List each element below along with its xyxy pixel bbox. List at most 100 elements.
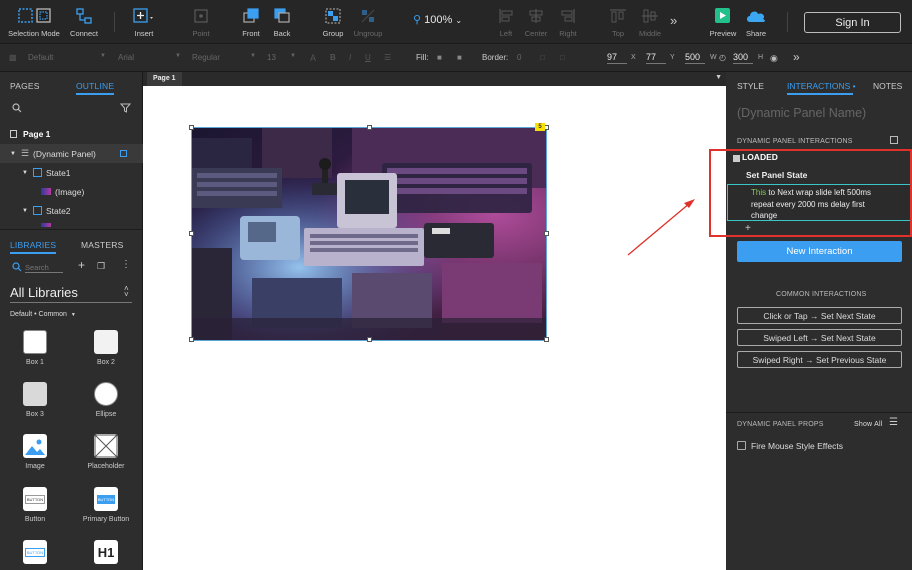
share-button[interactable]: Share [742,0,770,44]
library-select[interactable]: All Libraries [10,285,78,300]
updown-chevron-icon[interactable]: ˄ ˅ [124,285,129,299]
main-toolbar: Selection Mode Connect Insert Point Fron… [0,0,912,44]
font-weight-dropdown[interactable]: Regular [192,53,220,62]
library-copy-icon[interactable]: ❐ [97,261,105,272]
align-middle-button[interactable]: Middle [636,0,664,44]
library-filter[interactable]: Default • Common ▼ [10,311,76,318]
masters-tab[interactable]: MASTERS [81,240,124,250]
open-editor-icon[interactable] [890,136,898,144]
align-left-button[interactable]: Left [495,0,517,44]
border-color-swatch[interactable]: □ [540,53,545,62]
outline-dynamic-panel-row[interactable]: ▼ ☰ (Dynamic Panel) [0,144,143,163]
panel-name-field[interactable]: (Dynamic Panel Name) [737,106,866,120]
widget-placeholder[interactable]: Placeholder [76,434,136,470]
group-button[interactable]: Group [319,0,347,44]
widget-box3[interactable]: Box 3 [5,382,65,418]
add-library-icon[interactable]: + [78,258,85,272]
insert-button[interactable]: Insert [128,0,160,44]
preview-button[interactable]: Preview [709,0,737,44]
underline-icon[interactable]: U [365,53,371,62]
widget-heading1[interactable]: H1 [76,540,136,569]
border-label: Border: [482,53,509,62]
text-color-icon[interactable]: A [310,53,316,63]
ungroup-button[interactable]: Ungroup [351,0,385,44]
interaction-badge[interactable]: 5 [535,123,545,131]
page1-tab[interactable]: Page 1 [147,72,182,86]
border-style-swatch[interactable]: □ [560,53,565,62]
hamburger-menu-icon[interactable]: ☰ [889,417,898,428]
interactions-tab[interactable]: INTERACTIONS • [787,81,856,91]
notes-tab[interactable]: NOTES [873,81,902,91]
outline-image-row[interactable]: (Image) [0,182,143,201]
width-field[interactable]: 500 [685,52,705,64]
search-icon[interactable] [12,103,22,113]
click-tap-set-next-state-button[interactable]: Click or Tap → Set Next State [737,307,902,324]
selection-mode-icon [18,8,51,23]
zoom-control[interactable]: ⚲ 100% ⌄ [413,13,462,26]
point-label: Point [192,29,210,38]
swiped-right-set-previous-state-button[interactable]: Swiped Right → Set Previous State [737,351,902,368]
dynamic-panel-image[interactable] [191,127,547,341]
connect-button[interactable]: Connect [68,0,100,44]
format-toolbar: ▩ Default ▼ Arial ▼ Regular ▼ 13 ▼ A B I… [0,44,912,72]
send-to-back-icon [274,8,290,23]
selected-marker-icon [119,150,127,157]
bold-icon[interactable]: B [330,53,336,62]
outline-state2-row[interactable]: ▼ State2 [0,201,143,220]
widget-ellipse[interactable]: Ellipse [76,382,136,418]
libraries-tab-underline [10,252,56,254]
widget-link-button[interactable]: BUTTON [5,540,65,569]
list-icon[interactable]: ☰ [384,53,391,62]
show-all-link[interactable]: Show All [854,421,882,428]
new-interaction-button[interactable]: New Interaction [737,241,902,262]
align-top-button[interactable]: Top [607,0,629,44]
send-back-button[interactable]: Back [269,0,295,44]
resize-handle-tl[interactable] [189,125,194,130]
italic-icon[interactable]: I [349,53,351,62]
align-center-button[interactable]: Center [522,0,550,44]
font-size-dropdown[interactable]: 13 [267,53,276,62]
widget-box1[interactable]: Box 1 [5,330,65,366]
library-search-input[interactable] [25,262,63,273]
double-chevron-right-icon[interactable]: » [793,50,800,64]
more-tools-button[interactable]: » [670,0,684,42]
selection-mode-button[interactable]: Selection Mode [8,0,60,44]
widget-primary-button[interactable]: BUTTON Primary Button [76,487,136,523]
outline-state1-row[interactable]: ▼ State1 [0,163,143,182]
resize-handle-bm[interactable] [367,337,372,342]
style-dropdown[interactable]: Default [28,53,53,62]
y-position-field[interactable]: 77 [646,52,666,64]
filter-icon[interactable] [120,103,131,113]
point-button[interactable]: Point [186,0,216,44]
x-position-field[interactable]: 97 [607,52,627,64]
outline-page-row[interactable]: Page 1 [0,124,143,143]
font-dropdown[interactable]: Arial [118,53,134,62]
swiped-left-set-next-state-button[interactable]: Swiped Left → Set Next State [737,329,902,346]
resize-handle-ml[interactable] [189,231,194,236]
widget-box2[interactable]: Box 2 [76,330,136,366]
resize-handle-bl[interactable] [189,337,194,342]
eye-icon[interactable]: ◉ [770,53,778,64]
align-right-button[interactable]: Right [556,0,580,44]
sign-in-button[interactable]: Sign In [804,12,901,33]
design-canvas[interactable]: 5 [143,86,726,570]
fire-mouse-style-checkbox[interactable] [737,441,746,450]
fill-color-swatch[interactable]: ■ [437,53,442,62]
outline-tab[interactable]: OUTLINE [76,81,114,91]
pages-tab[interactable]: PAGES [10,81,40,91]
height-field[interactable]: 300 [733,52,753,64]
widget-image[interactable]: Image [5,434,65,470]
resize-handle-mr[interactable] [544,231,549,236]
style-tab[interactable]: STYLE [737,81,764,91]
widget-button[interactable]: BUTTON Button [5,487,65,523]
more-options-icon[interactable]: ⋮ [121,259,131,270]
fill-image-swatch[interactable]: ■ [457,53,462,62]
border-width-value[interactable]: 0 [517,53,521,62]
bring-front-button[interactable]: Front [238,0,264,44]
lock-icon[interactable]: ◴ [719,53,726,62]
preview-label: Preview [709,29,737,38]
resize-handle-br[interactable] [544,337,549,342]
libraries-tab[interactable]: LIBRARIES [10,240,56,250]
tab-menu-icon[interactable]: ▼ [715,74,722,81]
resize-handle-tm[interactable] [367,125,372,130]
